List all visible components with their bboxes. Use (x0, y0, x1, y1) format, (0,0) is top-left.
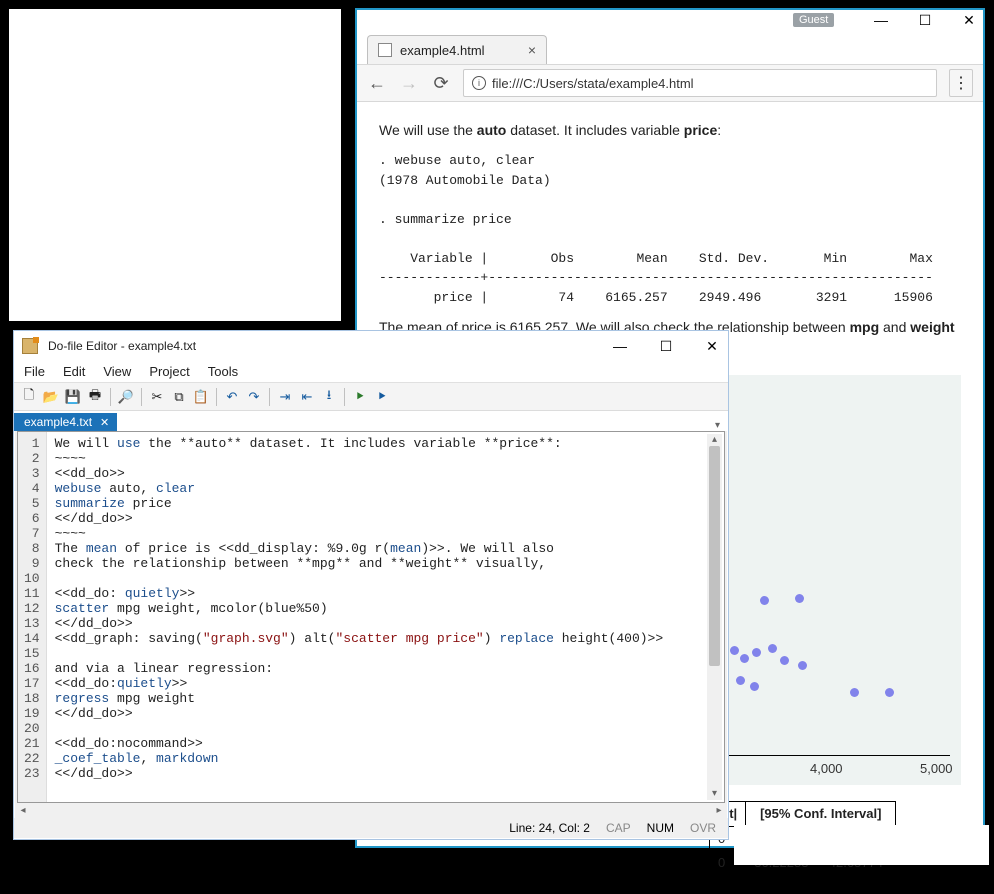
separator (269, 388, 270, 406)
menu-view[interactable]: View (103, 364, 131, 379)
bold-mpg: mpg (850, 319, 880, 335)
status-num: NUM (647, 821, 674, 835)
code-area[interactable]: We will use the **auto** dataset. It inc… (47, 432, 724, 802)
bookmark-icon[interactable]: ⭳ (320, 388, 338, 406)
tab-strip: example4.html × (357, 30, 983, 64)
data-point (850, 688, 859, 697)
page-icon (378, 43, 392, 57)
data-point (752, 648, 761, 657)
scroll-down-icon[interactable]: ▾ (707, 788, 722, 800)
bold-weight: weight (910, 319, 954, 335)
x-tick-5000: 5,000 (920, 759, 953, 779)
editor-app-icon (22, 338, 38, 354)
bold-price: price (684, 122, 717, 138)
forward-button[interactable]: → (399, 73, 419, 93)
browser-tab[interactable]: example4.html × (367, 35, 547, 64)
redo-icon[interactable]: ↷ (245, 388, 263, 406)
text: and (879, 319, 910, 335)
reload-button[interactable]: ⟳ (431, 73, 451, 93)
copy-icon[interactable]: ⧉ (170, 388, 188, 406)
scroll-right-icon[interactable]: ▸ (713, 805, 725, 816)
new-file-icon[interactable]: 🗋 (20, 388, 38, 406)
outdent-icon[interactable]: ⇤ (298, 388, 316, 406)
text: dataset. It includes variable (506, 122, 683, 138)
tab-close-button[interactable]: × (528, 42, 536, 58)
x-tick-4000: 4,000 (810, 759, 843, 779)
info-icon[interactable]: i (472, 76, 486, 90)
menu-project[interactable]: Project (149, 364, 189, 379)
paste-icon[interactable]: 📋 (192, 388, 210, 406)
address-bar-row: ← → ⟳ i file:///C:/Users/stata/example4.… (357, 64, 983, 102)
data-point (750, 682, 759, 691)
data-point (760, 596, 769, 605)
maximize-button[interactable]: ☐ (917, 12, 933, 28)
data-point (730, 646, 739, 655)
url-text: file:///C:/Users/stata/example4.html (492, 76, 694, 91)
editor-toolbar: 🗋 📂 💾 🖶 🔎 ✂ ⧉ 📋 ↶ ↷ ⇥ ⇤ ⭳ ⯈ ⯈ (14, 383, 728, 411)
separator (141, 388, 142, 406)
bold-auto: auto (477, 122, 507, 138)
editor-titlebar: Do-file Editor - example4.txt — ☐ ✕ (14, 331, 728, 361)
line-gutter: 1 2 3 4 5 6 7 8 910111213141516171819202… (18, 432, 47, 802)
indent-icon[interactable]: ⇥ (276, 388, 294, 406)
editor-maximize-button[interactable]: ☐ (658, 338, 674, 354)
editor-statusbar: Line: 24, Col: 2 CAP NUM OVR (14, 818, 728, 838)
run-lines-icon[interactable]: ⯈ (373, 388, 391, 406)
menu-file[interactable]: File (24, 364, 45, 379)
data-point (768, 644, 777, 653)
print-icon[interactable]: 🖶 (86, 388, 104, 406)
editor-minimize-button[interactable]: — (612, 338, 628, 354)
save-icon[interactable]: 💾 (64, 388, 82, 406)
guest-badge: Guest (793, 13, 834, 27)
menu-tools[interactable]: Tools (208, 364, 238, 379)
editor-menubar: File Edit View Project Tools (14, 361, 728, 383)
minimize-button[interactable]: — (873, 12, 889, 28)
status-ovr: OVR (690, 821, 716, 835)
document-tab-label: example4.txt (24, 415, 92, 429)
menu-edit[interactable]: Edit (63, 364, 85, 379)
editor-pane[interactable]: 1 2 3 4 5 6 7 8 910111213141516171819202… (17, 431, 725, 803)
browser-titlebar: Guest — ☐ ✕ (357, 10, 983, 30)
data-point (780, 656, 789, 665)
open-file-icon[interactable]: 📂 (42, 388, 60, 406)
text: We will use the (379, 122, 477, 138)
horizontal-scrollbar[interactable]: ◂ ▸ (17, 803, 725, 818)
separator (216, 388, 217, 406)
data-point (795, 594, 804, 603)
cursor-position: Line: 24, Col: 2 (509, 821, 590, 835)
document-tab[interactable]: example4.txt ✕ (14, 413, 117, 431)
tab-overflow-icon[interactable]: ▾ (715, 420, 728, 431)
data-point (885, 688, 894, 697)
document-tab-close[interactable]: ✕ (100, 416, 109, 429)
browser-menu-button[interactable]: ⋮ (949, 69, 973, 97)
document-tab-row: example4.txt ✕ ▾ (14, 411, 728, 431)
separator (110, 388, 111, 406)
blank-panel-bottom (734, 825, 989, 865)
find-icon[interactable]: 🔎 (117, 388, 135, 406)
intro-text: We will use the auto dataset. It include… (379, 120, 961, 141)
close-button[interactable]: ✕ (961, 12, 977, 28)
url-input[interactable]: i file:///C:/Users/stata/example4.html (463, 69, 937, 97)
back-button[interactable]: ← (367, 73, 387, 93)
data-point (798, 661, 807, 670)
tab-title: example4.html (400, 43, 485, 58)
col-confint: [95% Conf. Interval] (746, 802, 896, 827)
scroll-left-icon[interactable]: ◂ (17, 805, 29, 816)
stata-output: . webuse auto, clear (1978 Automobile Da… (379, 151, 961, 307)
separator (344, 388, 345, 406)
cut-icon[interactable]: ✂ (148, 388, 166, 406)
status-cap: CAP (606, 821, 631, 835)
text: : (717, 122, 721, 138)
editor-title: Do-file Editor - example4.txt (48, 339, 196, 353)
scroll-up-icon[interactable]: ▴ (707, 434, 722, 446)
undo-icon[interactable]: ↶ (223, 388, 241, 406)
data-point (736, 676, 745, 685)
scrollbar-thumb[interactable] (709, 446, 720, 666)
editor-window: Do-file Editor - example4.txt — ☐ ✕ File… (13, 330, 729, 840)
editor-close-button[interactable]: ✕ (704, 338, 720, 354)
vertical-scrollbar[interactable]: ▴ ▾ (707, 434, 722, 800)
blank-panel (5, 5, 345, 325)
run-icon[interactable]: ⯈ (351, 388, 369, 406)
data-point (740, 654, 749, 663)
